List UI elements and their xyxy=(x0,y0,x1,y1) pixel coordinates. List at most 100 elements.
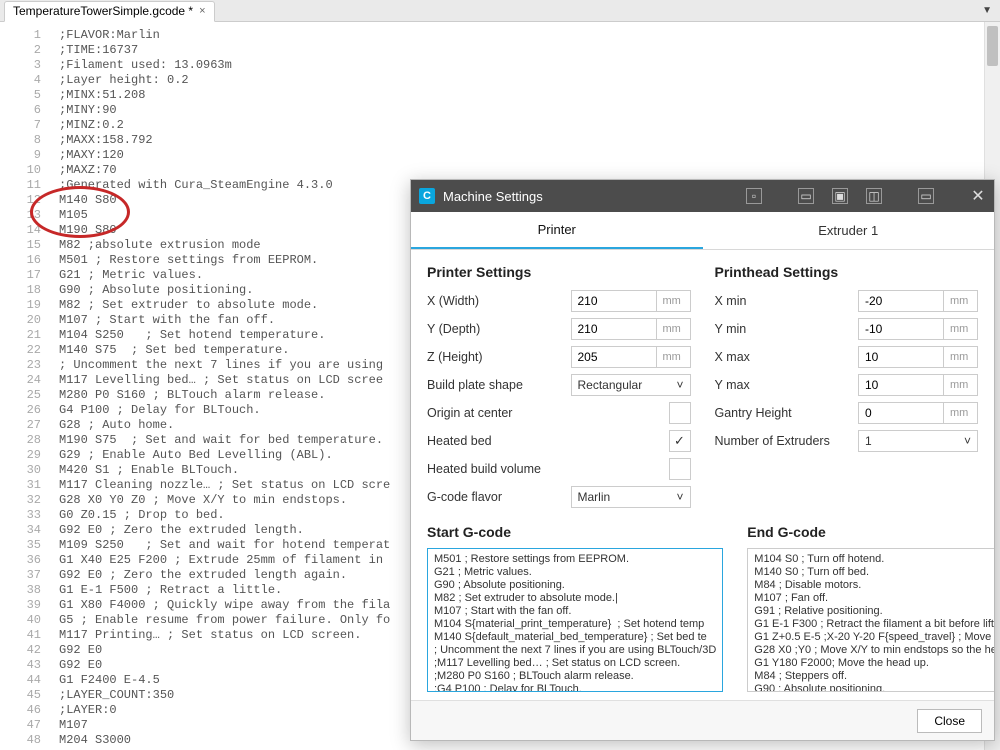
y-min-input[interactable] xyxy=(858,318,944,340)
x-width-label: X (Width) xyxy=(427,294,571,308)
origin-at-center-label: Origin at center xyxy=(427,406,669,420)
origin-at-center-checkbox[interactable] xyxy=(669,402,691,424)
x-max-label: X max xyxy=(715,350,859,364)
line-number-gutter: 1234567891011121314151617181920212223242… xyxy=(0,22,55,750)
printhead-settings-column: Printhead Settings X min mm Y min mm X m… xyxy=(715,262,979,512)
line-number: 13 xyxy=(0,208,55,223)
code-line[interactable]: ;MAXZ:70 xyxy=(55,163,1000,178)
line-number: 8 xyxy=(0,133,55,148)
end-gcode-column: End G-code M104 S0 ; Turn off hotend. M1… xyxy=(747,522,994,692)
line-number: 15 xyxy=(0,238,55,253)
x-min-label: X min xyxy=(715,294,859,308)
line-number: 11 xyxy=(0,178,55,193)
dialog-close-icon[interactable]: ✕ xyxy=(970,188,986,204)
line-number: 9 xyxy=(0,148,55,163)
y-depth-input[interactable] xyxy=(571,318,657,340)
close-tab-icon[interactable]: × xyxy=(199,5,205,17)
code-line[interactable]: ;Layer height: 0.2 xyxy=(55,73,1000,88)
end-gcode-textarea[interactable]: M104 S0 ; Turn off hotend. M140 S0 ; Tur… xyxy=(747,548,994,692)
line-number: 2 xyxy=(0,43,55,58)
line-number: 1 xyxy=(0,28,55,43)
y-max-input[interactable] xyxy=(858,374,944,396)
code-line[interactable]: ;MINZ:0.2 xyxy=(55,118,1000,133)
line-number: 4 xyxy=(0,73,55,88)
x-max-input[interactable] xyxy=(858,346,944,368)
line-number: 3 xyxy=(0,58,55,73)
line-number: 31 xyxy=(0,478,55,493)
line-number: 6 xyxy=(0,103,55,118)
gcode-flavor-label: G-code flavor xyxy=(427,490,571,504)
heated-build-volume-checkbox[interactable] xyxy=(669,458,691,480)
line-number: 17 xyxy=(0,268,55,283)
code-line[interactable]: ;FLAVOR:Marlin xyxy=(55,28,1000,43)
z-height-input[interactable] xyxy=(571,346,657,368)
code-line[interactable]: ;MINX:51.208 xyxy=(55,88,1000,103)
code-line[interactable]: ;TIME:16737 xyxy=(55,43,1000,58)
dialog-titlebar[interactable]: C Machine Settings ▫ ▭ ▣ ◫ ▭ ✕ xyxy=(411,180,994,212)
printer-settings-column: Printer Settings X (Width) mm Y (Depth) … xyxy=(427,262,691,512)
line-number: 19 xyxy=(0,298,55,313)
start-gcode-textarea[interactable]: M501 ; Restore settings from EEPROM. G21… xyxy=(427,548,723,692)
line-number: 22 xyxy=(0,343,55,358)
gcode-flavor-select[interactable]: Marlin ˅ xyxy=(571,486,691,508)
line-number: 35 xyxy=(0,538,55,553)
chevron-down-icon: ˅ xyxy=(676,378,683,392)
mm-unit: mm xyxy=(657,318,691,340)
line-number: 21 xyxy=(0,328,55,343)
chevron-down-icon: ˅ xyxy=(676,490,683,504)
window-control-icon[interactable]: ◫ xyxy=(866,188,882,204)
build-plate-shape-select[interactable]: Rectangular ˅ xyxy=(571,374,691,396)
code-line[interactable]: ;MAXX:158.792 xyxy=(55,133,1000,148)
dialog-tabs: Printer Extruder 1 xyxy=(411,212,994,250)
tabstrip-dropdown-icon[interactable]: ▼ xyxy=(982,5,992,16)
gantry-height-input[interactable] xyxy=(858,402,944,424)
window-control-icon[interactable]: ▭ xyxy=(918,188,934,204)
mm-unit: mm xyxy=(657,346,691,368)
line-number: 36 xyxy=(0,553,55,568)
printer-settings-heading: Printer Settings xyxy=(427,264,691,280)
line-number: 44 xyxy=(0,673,55,688)
line-number: 10 xyxy=(0,163,55,178)
editor-tabstrip: TemperatureTowerSimple.gcode * × ▼ xyxy=(0,0,1000,22)
window-controls: ▫ ▭ ▣ ◫ ▭ ✕ xyxy=(746,188,986,204)
file-tab-label: TemperatureTowerSimple.gcode * xyxy=(13,4,193,18)
x-width-input[interactable] xyxy=(571,290,657,312)
line-number: 33 xyxy=(0,508,55,523)
mm-unit: mm xyxy=(944,346,978,368)
file-tab[interactable]: TemperatureTowerSimple.gcode * × xyxy=(4,1,215,22)
dialog-footer: Close xyxy=(411,700,994,740)
start-gcode-heading: Start G-code xyxy=(427,524,723,540)
num-extruders-select[interactable]: 1 ˅ xyxy=(858,430,978,452)
line-number: 28 xyxy=(0,433,55,448)
line-number: 30 xyxy=(0,463,55,478)
line-number: 47 xyxy=(0,718,55,733)
window-control-icon[interactable]: ▫ xyxy=(746,188,762,204)
line-number: 48 xyxy=(0,733,55,748)
tab-printer[interactable]: Printer xyxy=(411,212,703,249)
line-number: 39 xyxy=(0,598,55,613)
line-number: 16 xyxy=(0,253,55,268)
code-line[interactable]: ;MAXY:120 xyxy=(55,148,1000,163)
start-gcode-column: Start G-code M501 ; Restore settings fro… xyxy=(427,522,723,692)
window-control-icon[interactable]: ▣ xyxy=(832,188,848,204)
y-min-label: Y min xyxy=(715,322,859,336)
line-number: 32 xyxy=(0,493,55,508)
line-number: 25 xyxy=(0,388,55,403)
x-min-input[interactable] xyxy=(858,290,944,312)
build-plate-shape-label: Build plate shape xyxy=(427,378,571,392)
scrollbar-thumb[interactable] xyxy=(987,26,998,66)
line-number: 24 xyxy=(0,373,55,388)
line-number: 38 xyxy=(0,583,55,598)
dialog-body: Printer Settings X (Width) mm Y (Depth) … xyxy=(411,250,994,700)
code-line[interactable]: ;MINY:90 xyxy=(55,103,1000,118)
close-button[interactable]: Close xyxy=(917,709,982,733)
code-line[interactable]: ;Filament used: 13.0963m xyxy=(55,58,1000,73)
heated-bed-label: Heated bed xyxy=(427,434,669,448)
line-number: 34 xyxy=(0,523,55,538)
heated-bed-checkbox[interactable]: ✓ xyxy=(669,430,691,452)
y-max-label: Y max xyxy=(715,378,859,392)
line-number: 45 xyxy=(0,688,55,703)
gantry-height-label: Gantry Height xyxy=(715,406,859,420)
window-control-icon[interactable]: ▭ xyxy=(798,188,814,204)
tab-extruder-1[interactable]: Extruder 1 xyxy=(703,212,995,249)
